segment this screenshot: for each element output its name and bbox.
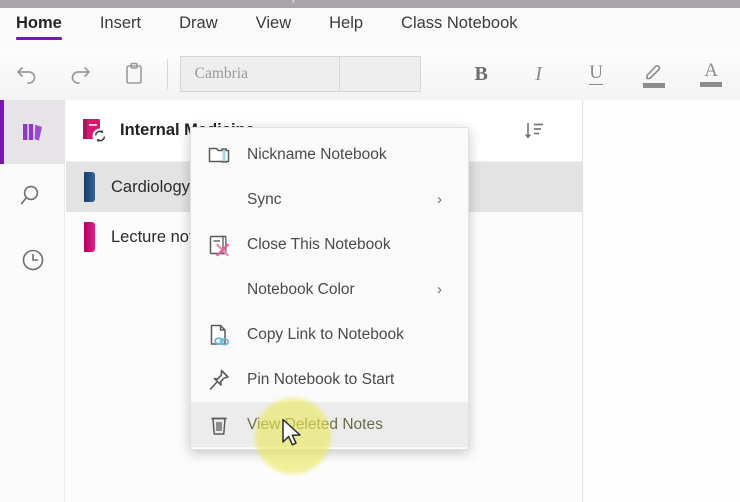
undo-button[interactable] xyxy=(0,48,54,100)
navigation-rail xyxy=(0,100,65,502)
bold-icon: B xyxy=(474,62,488,85)
clipboard-icon xyxy=(126,62,142,84)
search-icon xyxy=(20,185,38,205)
chevron-right-icon: › xyxy=(437,191,442,208)
close-notebook-icon xyxy=(191,232,247,258)
menu-item-label: Sync xyxy=(247,190,282,208)
tab-class-notebook[interactable]: Class Notebook xyxy=(401,8,533,33)
tab-help[interactable]: Help xyxy=(329,8,379,33)
tab-draw[interactable]: Draw xyxy=(179,8,234,33)
font-controls: Cambria xyxy=(179,56,421,92)
menu-item-notebook-color[interactable]: Notebook Color › xyxy=(191,267,468,312)
notebook-icon-wrap xyxy=(78,114,112,148)
bold-button[interactable]: B xyxy=(452,48,510,100)
pin-icon xyxy=(191,367,247,393)
sort-button[interactable] xyxy=(517,114,551,148)
font-color-icon: A xyxy=(704,60,719,81)
onenote-window: p o x Home Insert Draw View Help Class N… xyxy=(0,0,740,502)
tab-insert-label: Insert xyxy=(99,14,142,32)
menu-item-copy-link-to-notebook[interactable]: Copy Link to Notebook xyxy=(191,312,468,357)
font-color-bar xyxy=(700,82,723,87)
underline-button[interactable]: U xyxy=(567,48,625,100)
italic-icon: I xyxy=(535,62,542,85)
highlight-button[interactable] xyxy=(625,48,683,100)
menu-item-label: Notebook Color xyxy=(247,280,355,298)
menu-item-pin-notebook-to-start[interactable]: Pin Notebook to Start xyxy=(191,357,468,402)
menu-item-view-deleted-notes[interactable]: View Deleted Notes xyxy=(191,402,468,447)
redo-button[interactable] xyxy=(54,48,108,100)
underline-icon: U xyxy=(589,62,604,85)
menu-item-label: Close This Notebook xyxy=(247,235,391,253)
ribbon-tabs: Home Insert Draw View Help Class Noteboo… xyxy=(0,8,740,48)
section-name: Cardiology xyxy=(111,177,190,196)
highlight-color-bar xyxy=(642,82,665,88)
menu-item-close-this-notebook[interactable]: Close This Notebook xyxy=(191,222,468,267)
tab-insert[interactable]: Insert xyxy=(100,8,157,33)
menu-item-label: Pin Notebook to Start xyxy=(247,370,395,388)
tab-help-label: Help xyxy=(329,14,364,32)
rail-item-notebooks[interactable] xyxy=(0,100,65,164)
recent-clock-icon xyxy=(22,249,43,271)
title-fragment: x xyxy=(596,0,602,3)
notebooks-icon xyxy=(22,124,42,141)
chevron-right-icon: › xyxy=(437,281,442,298)
sort-icon xyxy=(524,123,543,139)
copy-link-icon xyxy=(191,322,247,348)
rename-notebook-icon xyxy=(191,142,247,168)
section-color-tab xyxy=(84,172,95,202)
notebook-sync-icon xyxy=(83,118,108,143)
toolbar-divider xyxy=(166,59,168,89)
font-color-button[interactable]: A xyxy=(682,48,740,100)
notebook-context-menu: Nickname Notebook Sync › Close This Note… xyxy=(190,127,469,450)
highlighter-icon xyxy=(645,64,660,79)
trash-icon xyxy=(191,412,247,438)
title-fragment: o xyxy=(356,0,362,3)
rail-item-recent[interactable] xyxy=(0,228,65,292)
menu-item-nickname-notebook[interactable]: Nickname Notebook xyxy=(191,132,468,177)
redo-icon xyxy=(72,67,91,84)
window-title-bar: p o x xyxy=(0,0,740,8)
tab-view[interactable]: View xyxy=(256,8,307,33)
paste-button[interactable] xyxy=(107,48,161,100)
tab-draw-label: Draw xyxy=(179,14,218,32)
active-tab-underline xyxy=(16,36,62,40)
font-size-input[interactable] xyxy=(338,57,420,91)
menu-item-label: Nickname Notebook xyxy=(247,145,387,163)
italic-button[interactable]: I xyxy=(510,48,568,100)
undo-icon xyxy=(16,67,36,84)
menu-item-sync[interactable]: Sync › xyxy=(191,177,468,222)
formatting-toolbar: Cambria B I U A xyxy=(0,48,740,100)
rail-item-search[interactable] xyxy=(0,164,65,228)
page-content-area[interactable] xyxy=(584,100,740,502)
tab-view-label: View xyxy=(255,14,292,32)
tab-class-notebook-label: Class Notebook xyxy=(401,14,518,32)
menu-item-label: View Deleted Notes xyxy=(247,415,383,433)
font-name-input[interactable]: Cambria xyxy=(181,57,339,91)
section-color-tab xyxy=(84,222,95,252)
tab-home-label: Home xyxy=(16,14,62,32)
title-fragment: p xyxy=(292,0,298,3)
menu-item-label: Copy Link to Notebook xyxy=(247,325,404,343)
tab-home[interactable]: Home xyxy=(16,8,78,40)
